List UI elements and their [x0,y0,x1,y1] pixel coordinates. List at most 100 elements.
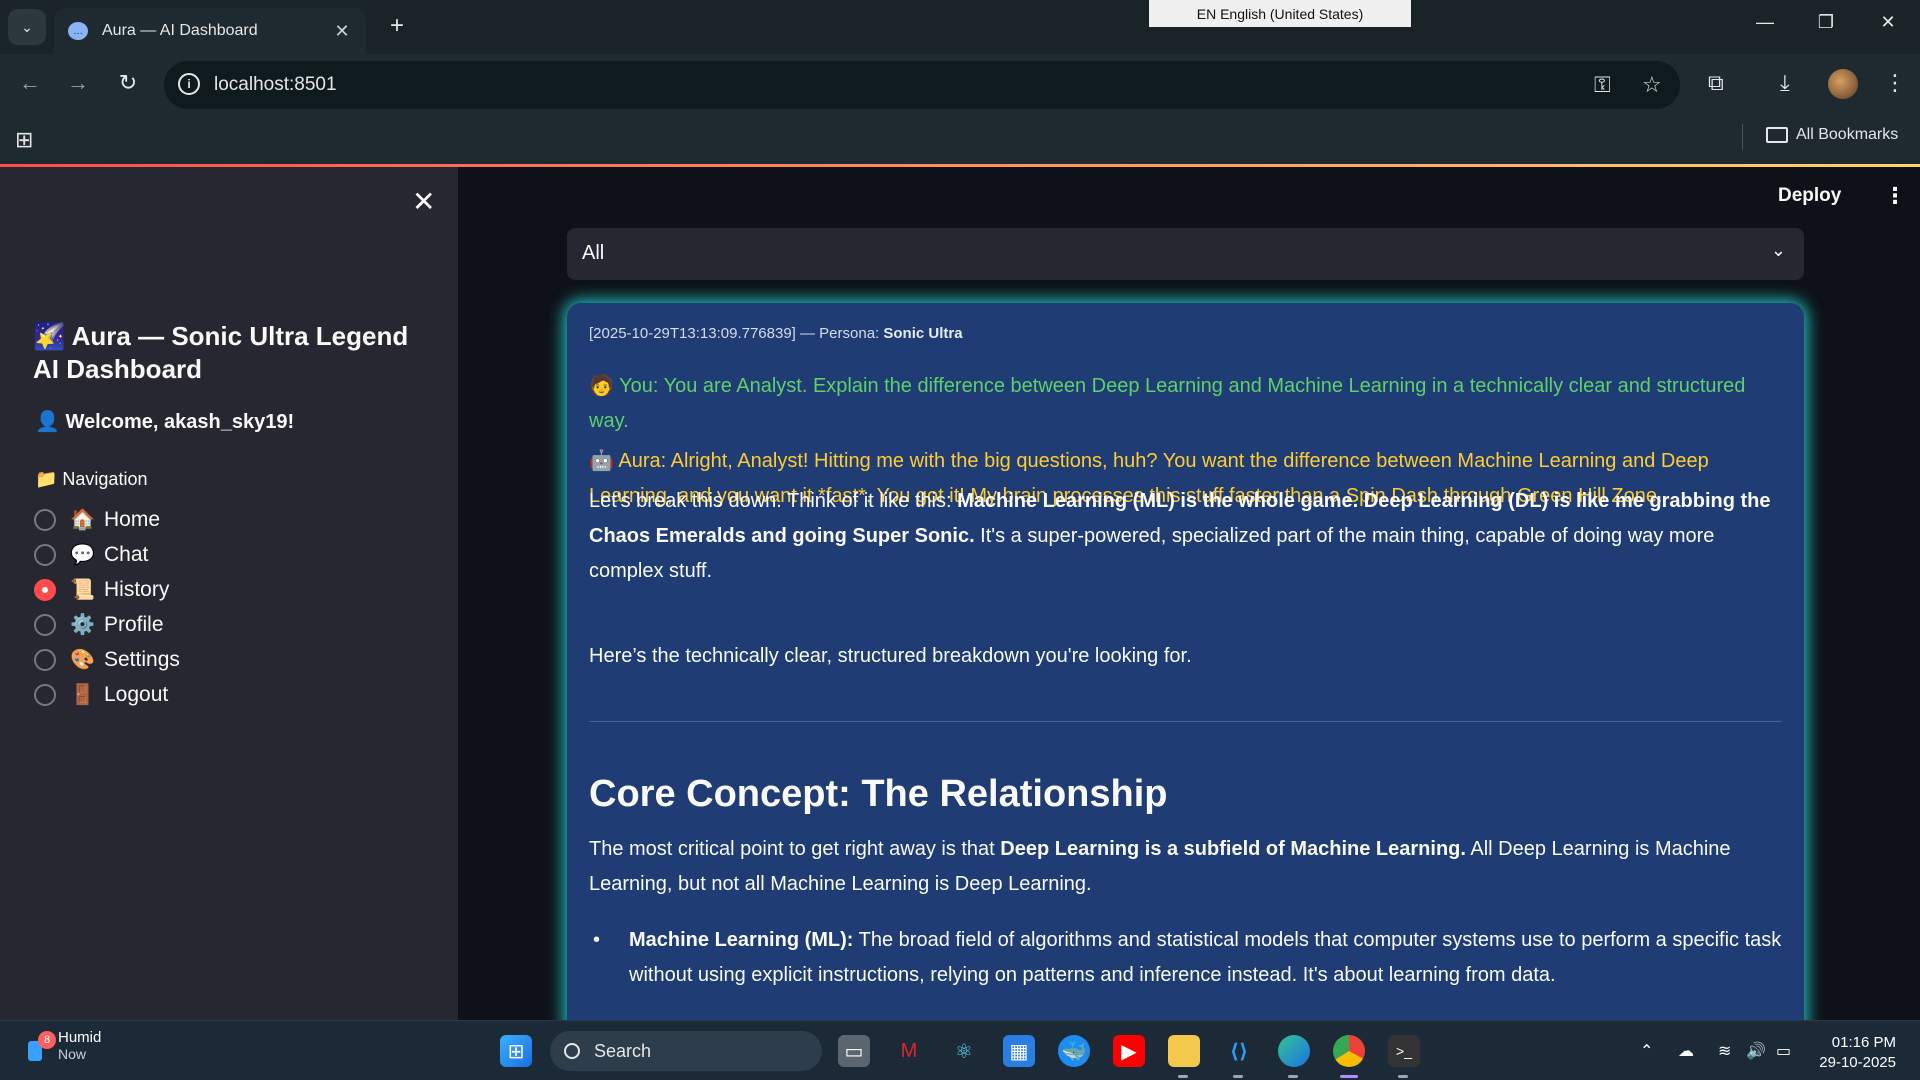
close-tab-icon[interactable]: ✕ [332,21,352,42]
nav-radio-history[interactable]: 📜 History [34,577,169,602]
vscode-icon[interactable]: ⟨⟩ [1223,1035,1255,1067]
wifi-icon[interactable]: ≋ [1718,1041,1731,1061]
mcafee-icon[interactable]: M [893,1035,925,1067]
taskbar-search-label: Search [594,1040,652,1061]
radio-circle[interactable] [34,648,56,671]
nav-label-history: History [104,577,170,601]
browser-menu-icon[interactable]: ⋮ [1884,70,1906,96]
history-filter-select[interactable]: All ⌄ [567,228,1804,280]
back-arrow-icon[interactable]: ← [15,70,45,96]
all-bookmarks-button[interactable]: All Bookmarks [1766,126,1898,144]
close-sidebar-icon[interactable]: ✕ [412,185,435,218]
nav-label-profile: Profile [104,612,164,636]
running-indicator [1288,1075,1298,1078]
radio-circle[interactable] [34,543,56,566]
system-clock[interactable]: 01:16 PM 29-10-2025 [1812,1033,1896,1073]
entry-timestamp: [2025-10-29T13:13:09.776839] — Persona: [589,325,880,342]
password-key-icon[interactable]: ⚿ [1594,72,1611,98]
nav-radio-profile[interactable]: ⚙️ Profile [34,612,164,637]
section-heading: Core Concept: The Relationship [589,773,1168,815]
history-entry-card: [2025-10-29T13:13:09.776839] — Persona: … [567,303,1804,1020]
nav-label-logout: Logout [104,682,169,706]
nav-radio-home[interactable]: 🏠 Home [34,507,160,532]
gear-icon: ⚙️ [70,614,95,636]
browser-chrome: ⌄ … Aura — AI Dashboard ✕ + EN English (… [0,0,1920,166]
windows-start-icon[interactable]: ⊞ [500,1035,532,1067]
nav-label-settings: Settings [104,647,180,671]
scroll-icon: 📜 [70,579,95,601]
url-text[interactable]: localhost:8501 [214,74,337,96]
sidebar-title: 🌠 Aura — Sonic Ultra Legend AI Dashboard [33,321,409,384]
list-item-term: Machine Learning (ML): [629,929,854,951]
forward-arrow-icon[interactable]: → [63,70,93,96]
clock-date: 29-10-2025 [1819,1054,1896,1071]
site-info-icon[interactable]: i [178,73,200,95]
radio-circle[interactable] [34,683,56,706]
app-menu-icon[interactable]: ⋮ [1884,183,1906,209]
new-tab-button[interactable]: + [382,12,412,42]
file-explorer-icon[interactable] [1168,1035,1200,1067]
nav-radio-settings[interactable]: 🎨 Settings [34,647,180,672]
onedrive-cloud-icon[interactable]: ☁ [1678,1041,1694,1061]
battery-icon[interactable]: ▭ [1776,1041,1791,1061]
close-window-icon[interactable]: ✕ [1868,12,1908,33]
weather-icon: 8 [24,1030,56,1061]
taskbar-search[interactable]: Search [550,1031,822,1071]
paragraph-analogy: Let's break this down. Think of it like … [589,484,1782,589]
terminal-icon[interactable]: >_ [1388,1035,1420,1067]
radio-circle[interactable] [34,613,56,636]
weather-widget[interactable]: 8 Humid Now [24,1029,101,1062]
youtube-icon[interactable]: ▶ [1113,1035,1145,1067]
chrome-icon[interactable] [1333,1035,1365,1067]
radio-circle[interactable] [34,508,56,531]
chevron-up-icon[interactable]: ⌃ [1640,1041,1653,1061]
download-icon[interactable]: ⤓ [1780,70,1790,96]
paragraph-relationship-bold: Deep Learning is a subfield of Machine L… [1000,838,1466,860]
browser-tab-active[interactable]: … Aura — AI Dashboard ✕ [54,8,366,54]
house-icon: 🏠 [70,509,95,531]
tab-search-button[interactable]: ⌄ [8,9,46,45]
restore-icon[interactable]: ❐ [1806,12,1846,33]
extensions-icon[interactable]: ⧉ [1708,70,1724,96]
speech-bubble-icon: 💬 [70,544,95,566]
running-indicator [1233,1075,1243,1078]
radio-circle-selected[interactable] [34,578,56,601]
nav-label-home: Home [104,507,161,531]
language-bar[interactable]: EN English (United States) [1149,0,1411,27]
bookmarks-divider [1742,124,1743,150]
react-atom-icon[interactable]: ⚛ [948,1035,980,1067]
volume-icon[interactable]: 🔊 [1746,1041,1766,1061]
chevron-down-icon: ⌄ [1770,240,1786,260]
welcome-text: 👤 Welcome, akash_sky19! [35,411,295,433]
palette-icon: 🎨 [70,649,95,671]
reload-icon[interactable]: ↻ [113,70,143,96]
paragraph-analogy-lead: Let's break this down. Think of it like … [589,490,958,512]
tab-strip: ⌄ … Aura — AI Dashboard ✕ + EN English (… [0,0,1920,54]
entry-meta: [2025-10-29T13:13:09.776839] — Persona: … [589,325,963,342]
microsoft-store-icon[interactable]: ▦ [1003,1035,1035,1067]
edge-browser-icon[interactable] [1278,1035,1310,1067]
minimize-icon[interactable]: — [1745,12,1785,33]
sidebar: ✕ 🌠 Aura — Sonic Ultra Legend AI Dashboa… [0,167,458,1020]
paragraph-relationship: The most critical point to get right awa… [589,832,1782,902]
nav-radio-chat[interactable]: 💬 Chat [34,542,148,567]
profile-avatar[interactable] [1828,69,1858,99]
nav-radio-logout[interactable]: 🚪 Logout [34,682,168,707]
clock-time: 01:16 PM [1831,1034,1896,1051]
bookmark-star-icon[interactable]: ☆ [1642,72,1662,98]
main-content: Deploy ⋮ All ⌄ [2025-10-29T13:13:09.7768… [458,167,1920,1020]
docker-icon[interactable]: 🐳 [1058,1035,1090,1067]
apps-grid-icon[interactable]: ⊞ [15,127,33,153]
weather-title: Humid [58,1029,102,1046]
tab-title: Aura — AI Dashboard [102,22,258,39]
paragraph-relationship-lead: The most critical point to get right awa… [589,838,1001,860]
weather-subtitle: Now [58,1046,87,1062]
windows-taskbar: 8 Humid Now ⊞ Search ▭ M ⚛ ▦ 🐳 ▶ ⟨⟩ >_ ⌃… [0,1020,1920,1080]
user-message: 🧑 You: You are Analyst. Explain the diff… [589,375,1746,432]
search-icon [564,1043,580,1059]
browser-toolbar: ← → ↻ i localhost:8501 ⚿ ☆ ⧉ ⤓ ⋮ [0,54,1920,116]
deploy-button[interactable]: Deploy [1778,185,1841,207]
task-view-icon[interactable]: ▭ [838,1035,870,1067]
address-bar[interactable]: i localhost:8501 ⚿ ☆ [164,61,1680,109]
entry-persona: Sonic Ultra [883,325,963,342]
